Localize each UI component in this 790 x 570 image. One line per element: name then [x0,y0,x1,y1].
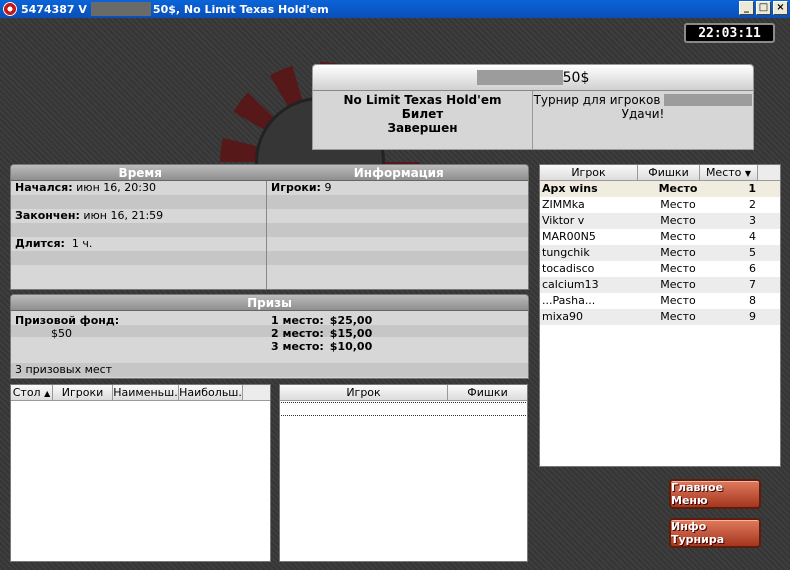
prize-place-1: 1 место: $25,00 [271,314,373,327]
column-player[interactable]: Игрок [280,385,448,400]
standings-list[interactable]: Игрок Фишки Место ▼ Apx wins Место 1 ZIMMk… [539,164,781,467]
standing-row[interactable]: MAR00N5 Место 4 [540,229,780,245]
ended-label: Закончен: [15,209,80,222]
tournament-amount: 50$ [562,69,590,86]
ticket-label: Билет [401,107,444,121]
tournament-title: 50$ [313,65,753,91]
poker-chip-icon [3,2,17,16]
window-controls: _ □ × [739,1,788,15]
players-value: 9 [324,181,332,194]
time-info-panel: Время Информация Начался: июн 16, 20:30 … [10,164,529,290]
tables-list[interactable]: Стол ▲ Игроки Наименьш. Наибольш. [10,384,271,562]
prize-count: 3 призовых мест [11,363,528,377]
column-players[interactable]: Игроки [53,385,113,400]
prize-fund: Призовой фонд: $50 [15,314,119,340]
column-chips[interactable]: Фишки [448,385,527,400]
window-title-id: 5474387 V [21,2,87,16]
started-value: июн 16, 20:30 [76,181,156,194]
prize-fund-value: $50 [51,327,72,340]
standings-column-chips[interactable]: Фишки [638,165,700,180]
tournament-for-label: Турнир для игроков [533,93,661,107]
standing-row[interactable]: ...Pasha... Место 8 [540,293,780,309]
prize-place-3: 3 место: $10,00 [271,340,373,353]
column-table[interactable]: Стол ▲ [11,385,53,400]
time-title: Время [118,166,162,180]
duration-label: Длится: [15,237,65,250]
tournament-status: Завершен [387,121,458,135]
good-luck-text: Удачи! [621,107,665,121]
info-title: Информация [353,166,444,180]
tournament-details: No Limit Texas Hold'em Билет Завершен [313,91,533,150]
table-players-list[interactable]: Игрок Фишки [279,384,528,562]
window-title: 50$, No Limit Texas Hold'em [152,2,329,16]
redacted-name [90,2,151,16]
redacted-name [476,70,563,85]
sort-desc-icon: ▼ [744,169,752,178]
standing-row[interactable]: tocadisco Место 6 [540,261,780,277]
prizes-title: Призы [247,296,292,310]
selected-row[interactable] [281,402,526,416]
standing-row[interactable]: ZIMMka Место 2 [540,197,780,213]
column-min[interactable]: Наименьш. [113,385,179,400]
clock: 22:03:11 [684,23,775,43]
duration-value: 1 ч. [71,237,93,250]
column-max[interactable]: Наибольш. [179,385,243,400]
started-label: Начался: [15,181,73,194]
players-label: Игроки: [271,181,321,194]
title-bar: 5474387 V 50$, No Limit Texas Hold'em _ … [0,0,790,18]
tournament-header: 50$ No Limit Texas Hold'em Билет Заверше… [312,64,754,150]
sort-asc-icon: ▲ [44,389,51,398]
prize-place-2: 2 место: $15,00 [271,327,373,340]
prize-fund-label: Призовой фонд: [15,314,120,327]
redacted-group [664,94,753,106]
standing-row[interactable]: mixa90 Место 9 [540,309,780,325]
prize-places: 1 место: $25,00 2 место: $15,00 3 место: $1… [271,314,372,353]
game-type: No Limit Texas Hold'em [343,93,502,107]
tournament-message: Турнир для игроков Удачи! [533,91,753,150]
minimize-button[interactable]: _ [739,1,754,15]
main-menu-button[interactable]: Главное Меню [669,479,761,509]
time-column: Начался: июн 16, 20:30 Закончен: июн 16,… [11,181,267,289]
maximize-button[interactable]: □ [756,1,771,15]
standings-column-player[interactable]: Игрок [540,165,638,180]
close-button[interactable]: × [773,1,788,15]
prizes-panel: Призы Призовой фонд: $50 1 место: $25,00 … [10,294,529,379]
standing-row[interactable]: calcium13 Место 7 [540,277,780,293]
standing-row[interactable]: Apx wins Место 1 [540,181,780,197]
standings-column-place[interactable]: Место ▼ [700,165,758,180]
standing-row[interactable]: tungchik Место 5 [540,245,780,261]
ended-value: июн 16, 21:59 [83,209,164,222]
info-column: Игроки: 9 [267,181,528,289]
standing-row[interactable]: Viktor v Место 3 [540,213,780,229]
tournament-info-button[interactable]: Инфо Турнира [669,518,761,548]
